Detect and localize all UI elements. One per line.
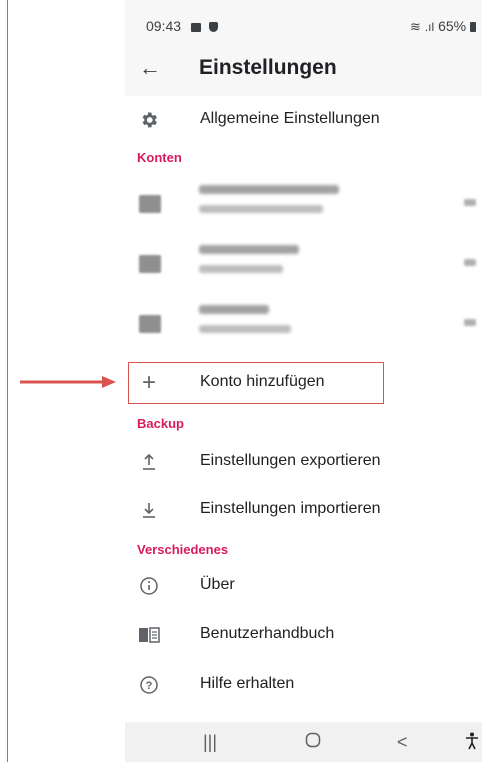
account-item[interactable] (125, 233, 482, 293)
settings-item-label: Einstellungen importieren (200, 500, 381, 517)
window-frame (0, 0, 8, 762)
wifi-icon: ≋ (410, 19, 421, 34)
account-name-redacted (199, 185, 339, 194)
settings-item-about[interactable]: Über (125, 562, 482, 610)
settings-item-label: Über (200, 576, 235, 593)
shield-icon (208, 22, 218, 32)
info-icon (137, 574, 161, 598)
account-item[interactable] (125, 293, 482, 353)
system-navigation-bar: ||| < (125, 722, 482, 762)
account-badge-redacted (464, 319, 476, 326)
section-header-accounts: Konten (137, 150, 182, 165)
battery-level: 65% (438, 18, 467, 34)
settings-item-import[interactable]: Einstellungen importieren (125, 486, 482, 534)
account-badge-redacted (464, 259, 476, 266)
highlight-box (128, 362, 384, 404)
upload-icon (137, 450, 161, 474)
phone-screen: 09:43 ≋ .ıl 65% ← Einstellungen Allgemei… (125, 0, 482, 762)
settings-item-general[interactable]: Allgemeine Einstellungen (125, 96, 482, 144)
account-email-redacted (199, 325, 291, 333)
annotation-arrow (20, 376, 116, 388)
section-header-misc: Verschiedenes (137, 542, 229, 557)
status-bar-right: ≋ .ıl 65% (410, 18, 476, 35)
account-item[interactable] (125, 173, 482, 233)
page-title: Einstellungen (199, 56, 337, 79)
settings-item-label: Benutzerhandbuch (200, 625, 335, 642)
battery-icon (470, 22, 476, 32)
download-icon (137, 498, 161, 522)
settings-item-label: Einstellungen exportieren (200, 452, 381, 469)
help-icon: ? (137, 673, 161, 697)
account-avatar (139, 315, 161, 333)
home-icon[interactable] (305, 732, 321, 748)
account-name-redacted (199, 245, 299, 254)
settings-item-label: Allgemeine Einstellungen (200, 110, 380, 127)
status-bar-left: 09:43 (146, 18, 218, 34)
settings-item-export[interactable]: Einstellungen exportieren (125, 438, 482, 486)
header-background (125, 0, 482, 96)
account-avatar (139, 195, 161, 213)
account-badge-redacted (464, 199, 476, 206)
back-arrow-icon[interactable]: ← (139, 55, 161, 81)
settings-item-help[interactable]: ? Hilfe erhalten (125, 661, 482, 709)
account-email-redacted (199, 205, 323, 213)
svg-text:?: ? (146, 680, 153, 692)
back-nav-icon[interactable]: < (397, 732, 408, 753)
settings-item-manual[interactable]: Benutzerhandbuch (125, 611, 482, 659)
gear-icon (137, 108, 161, 132)
book-icon (137, 623, 161, 647)
settings-item-label: Hilfe erhalten (200, 675, 295, 692)
image-icon (190, 23, 201, 32)
recent-apps-icon[interactable]: ||| (203, 732, 217, 753)
accessibility-icon[interactable] (465, 732, 479, 750)
account-avatar (139, 255, 161, 273)
section-header-backup: Backup (137, 416, 184, 431)
account-email-redacted (199, 265, 283, 273)
status-time: 09:43 (146, 18, 182, 34)
account-name-redacted (199, 305, 269, 314)
signal-icon: .ıl (424, 20, 435, 34)
